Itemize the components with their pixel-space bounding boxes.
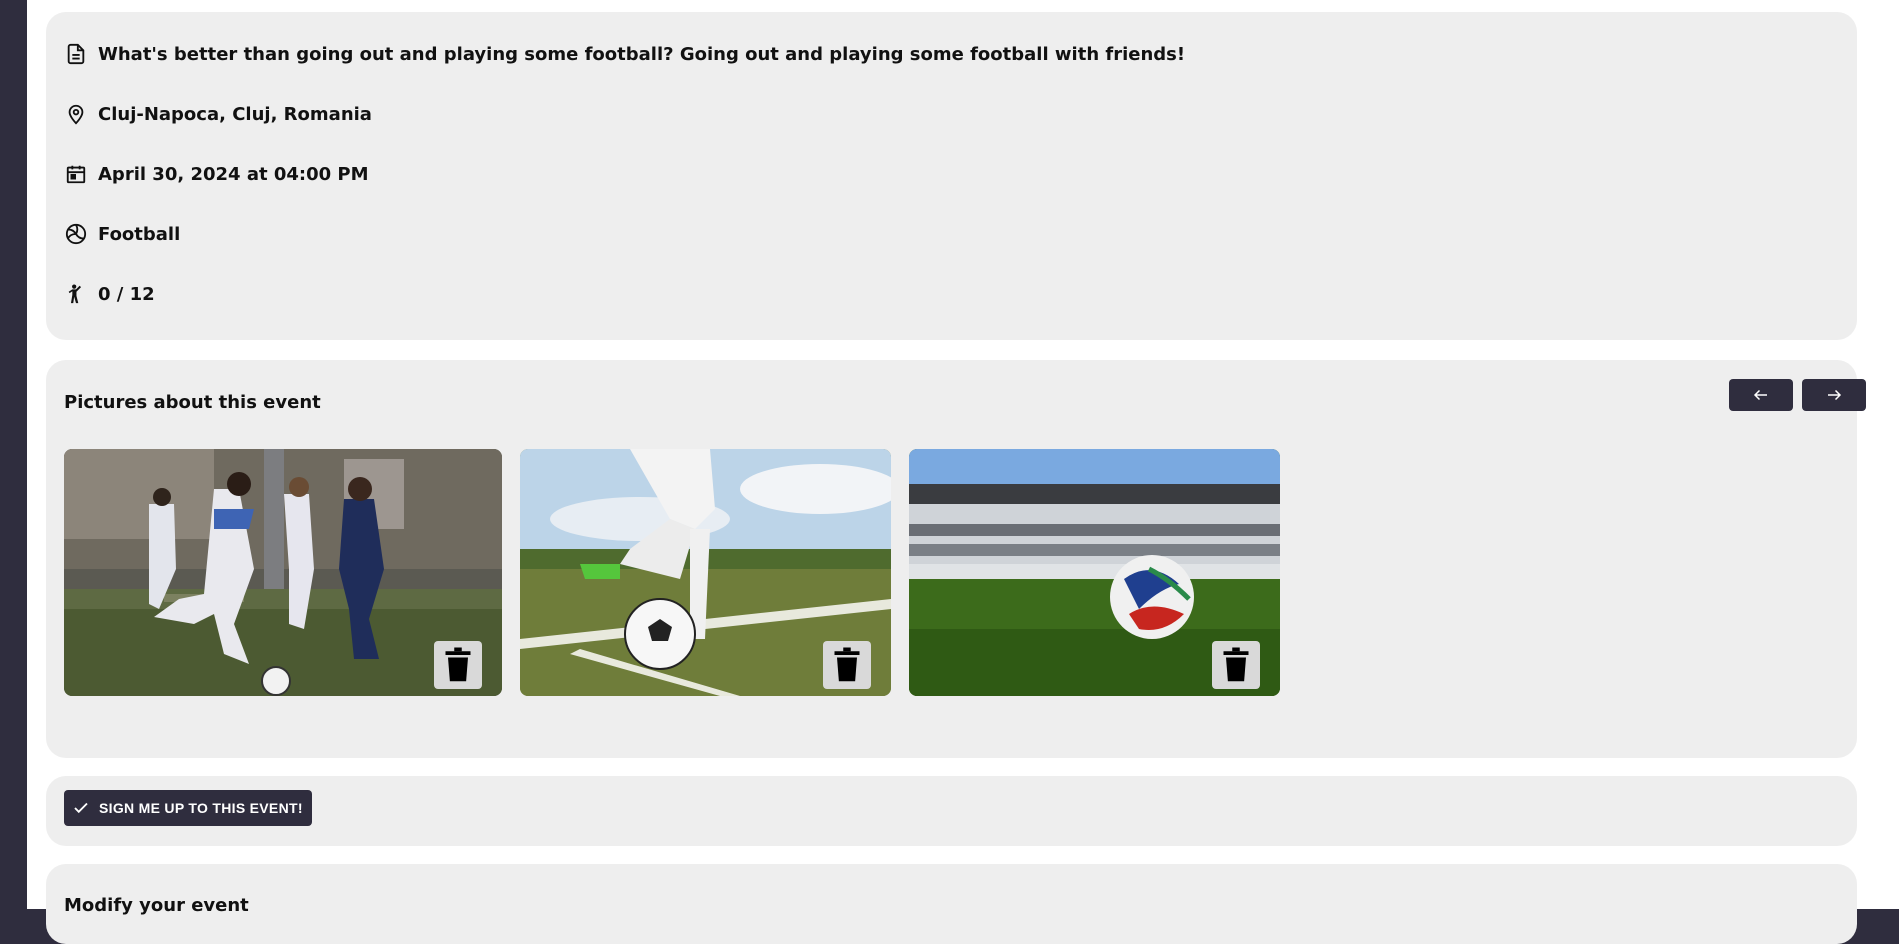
event-info-card: What's better than going out and playing… [46,12,1857,340]
event-datetime: April 30, 2024 at 04:00 PM [98,163,369,185]
event-location-row: Cluj-Napoca, Cluj, Romania [65,103,372,125]
next-picture-button[interactable] [1802,379,1866,411]
modify-event-title: Modify your event [64,895,249,916]
signup-card: SIGN ME UP TO THIS EVENT! [46,776,1857,846]
trash-icon [445,647,471,682]
event-pictures-card: Pictures about this event [46,360,1866,758]
event-location: Cluj-Napoca, Cluj, Romania [98,103,372,125]
volleyball-icon [65,223,87,245]
arrow-left-icon [1753,389,1767,401]
arrow-right-icon [1828,389,1842,401]
previous-picture-button[interactable] [1729,379,1793,411]
location-pin-icon [65,103,87,125]
trash-icon [1223,647,1249,682]
event-sport: Football [98,223,181,245]
calendar-icon [65,163,87,185]
event-sport-row: Football [65,223,180,245]
event-picture [909,449,1280,696]
event-description: What's better than going out and playing… [98,43,1186,65]
sign-up-label: SIGN ME UP TO THIS EVENT! [99,800,303,816]
delete-picture-button[interactable] [1212,641,1260,689]
pictures-title: Pictures about this event [64,392,321,413]
event-datetime-row: April 30, 2024 at 04:00 PM [65,163,369,185]
modify-event-card: Modify your event [46,864,1857,944]
event-participants: 0 / 12 [98,283,155,305]
sign-up-button[interactable]: SIGN ME UP TO THIS EVENT! [64,790,312,826]
delete-picture-button[interactable] [434,641,482,689]
main-content: What's better than going out and playing… [27,0,1899,944]
document-icon [65,43,87,65]
person-cheering-icon [65,283,87,305]
event-picture [520,449,891,696]
delete-picture-button[interactable] [823,641,871,689]
trash-icon [834,647,860,682]
event-description-row: What's better than going out and playing… [65,43,1185,65]
event-participants-row: 0 / 12 [65,283,155,305]
check-icon [74,802,88,814]
event-picture [64,449,502,696]
